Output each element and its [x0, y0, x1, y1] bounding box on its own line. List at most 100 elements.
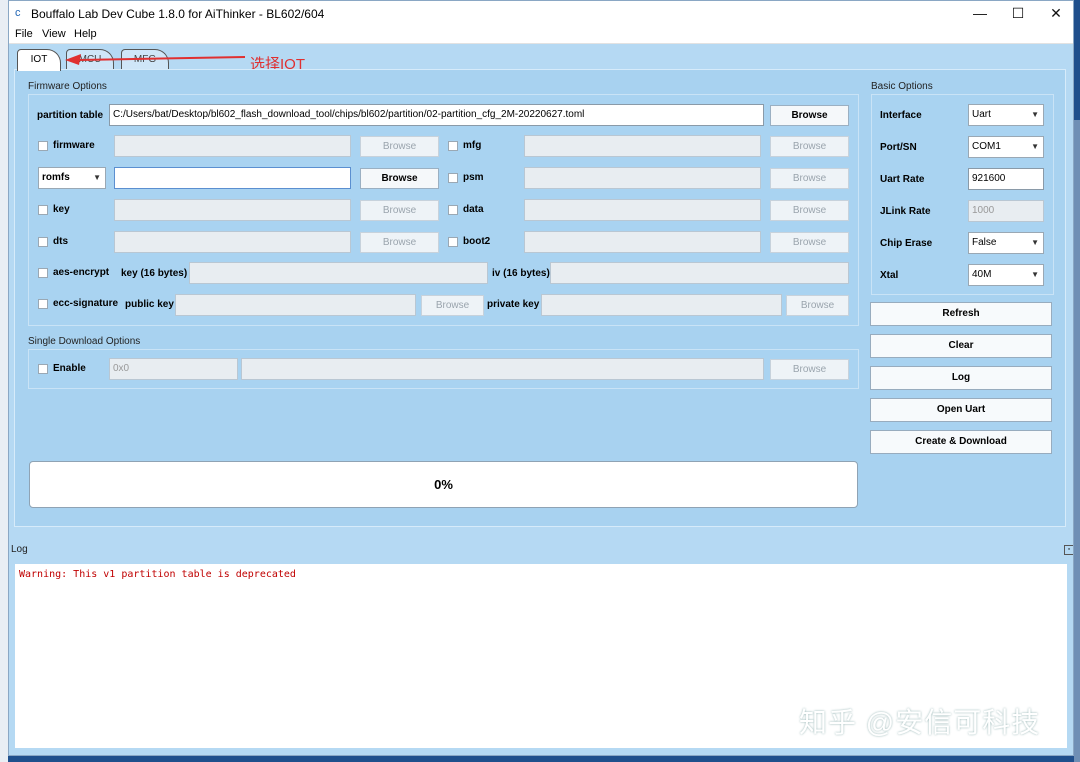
iv-16-bytes-label: iv (16 bytes): [492, 268, 550, 279]
uart-rate-input[interactable]: 921600: [968, 168, 1044, 190]
firmware-browse-button[interactable]: Browse: [360, 136, 439, 157]
xtal-value: 40M: [972, 269, 992, 280]
boot2-browse-button[interactable]: Browse: [770, 232, 849, 253]
aes-key-input[interactable]: [189, 262, 488, 284]
dts-browse-button[interactable]: Browse: [360, 232, 439, 253]
single-browse-button[interactable]: Browse: [770, 359, 849, 380]
psm-label: psm: [463, 172, 484, 183]
key-browse-button[interactable]: Browse: [360, 200, 439, 221]
romfs-select-value: romfs: [42, 172, 70, 183]
interface-select[interactable]: Uart ▼: [968, 104, 1044, 126]
mfg-browse-button[interactable]: Browse: [770, 136, 849, 157]
single-enable-label: Enable: [53, 363, 86, 374]
dts-input[interactable]: [114, 231, 351, 253]
firmware-input[interactable]: [114, 135, 351, 157]
chip-erase-label: Chip Erase: [880, 238, 933, 249]
desktop-strip: [0, 0, 8, 762]
data-label: data: [463, 204, 484, 215]
single-file-input[interactable]: [241, 358, 764, 380]
key-16-bytes-label: key (16 bytes): [121, 268, 188, 279]
app-logo-icon: ᴄ: [15, 7, 21, 19]
psm-browse-button[interactable]: Browse: [770, 168, 849, 189]
open-uart-button[interactable]: Open Uart: [870, 398, 1052, 422]
romfs-select[interactable]: romfs ▼: [38, 167, 106, 189]
close-icon[interactable]: ✕: [1033, 1, 1073, 25]
data-browse-button[interactable]: Browse: [770, 200, 849, 221]
aes-encrypt-label: aes-encrypt: [53, 267, 110, 278]
aes-iv-input[interactable]: [550, 262, 849, 284]
app-window: ᴄ Bouffalo Lab Dev Cube 1.8.0 for AiThin…: [8, 0, 1074, 756]
tab-iot[interactable]: IOT: [17, 49, 61, 71]
boot2-input[interactable]: [524, 231, 761, 253]
psm-checkbox[interactable]: [448, 173, 458, 183]
port-select[interactable]: COM1 ▼: [968, 136, 1044, 158]
data-input[interactable]: [524, 199, 761, 221]
single-enable-checkbox[interactable]: [38, 364, 48, 374]
key-checkbox[interactable]: [38, 205, 48, 215]
data-checkbox[interactable]: [448, 205, 458, 215]
key-input[interactable]: [114, 199, 351, 221]
chip-erase-value: False: [972, 237, 997, 248]
main-panel: Firmware Options partition table C:/User…: [14, 69, 1066, 527]
ecc-signature-label: ecc-signature: [53, 298, 119, 309]
ecc-signature-checkbox[interactable]: [38, 299, 48, 309]
private-key-label: private key: [487, 299, 540, 310]
psm-input[interactable]: [524, 167, 761, 189]
xtal-select[interactable]: 40M ▼: [968, 264, 1044, 286]
jlink-rate-label: JLink Rate: [880, 206, 931, 217]
download-progress-bar: 0%: [29, 461, 858, 508]
mfg-checkbox[interactable]: [448, 141, 458, 151]
romfs-browse-button[interactable]: Browse: [360, 168, 439, 189]
private-key-browse-button[interactable]: Browse: [786, 295, 849, 316]
boot2-label: boot2: [463, 236, 491, 247]
partition-browse-button[interactable]: Browse: [770, 105, 849, 126]
watermark: 知乎 @安信可科技: [799, 707, 1041, 738]
log-button[interactable]: Log: [870, 366, 1052, 390]
port-sn-label: Port/SN: [880, 142, 917, 153]
uart-rate-label: Uart Rate: [880, 174, 925, 185]
public-key-label: public key: [125, 299, 174, 310]
menu-help[interactable]: Help: [74, 28, 97, 40]
firmware-options-title: Firmware Options: [28, 81, 107, 92]
window-title: Bouffalo Lab Dev Cube 1.8.0 for AiThinke…: [31, 7, 325, 21]
title-bar: ᴄ Bouffalo Lab Dev Cube 1.8.0 for AiThin…: [9, 1, 1073, 25]
chevron-down-icon: ▼: [93, 173, 101, 182]
chip-erase-select[interactable]: False ▼: [968, 232, 1044, 254]
jlink-rate-input[interactable]: 1000: [968, 200, 1044, 222]
key-label: key: [53, 204, 70, 215]
port-value: COM1: [972, 141, 1001, 152]
clear-button[interactable]: Clear: [870, 334, 1052, 358]
partition-table-input[interactable]: C:/Users/bat/Desktop/bl602_flash_downloa…: [109, 104, 764, 126]
chevron-down-icon: ▼: [1031, 110, 1039, 119]
log-title: Log: [11, 544, 28, 555]
single-download-title: Single Download Options: [28, 336, 141, 347]
interface-label: Interface: [880, 110, 922, 121]
mfg-input[interactable]: [524, 135, 761, 157]
xtal-label: Xtal: [880, 270, 899, 281]
interface-value: Uart: [972, 109, 991, 120]
firmware-label: firmware: [53, 140, 95, 151]
progress-text: 0%: [434, 477, 453, 492]
public-key-input[interactable]: [175, 294, 416, 316]
create-download-button[interactable]: Create & Download: [870, 430, 1052, 454]
mfg-label: mfg: [463, 140, 482, 151]
menu-view[interactable]: View: [42, 28, 66, 40]
chevron-down-icon: ▼: [1031, 270, 1039, 279]
basic-options-title: Basic Options: [871, 81, 933, 92]
dts-label: dts: [53, 236, 68, 247]
undock-icon[interactable]: ▫: [1064, 545, 1073, 555]
single-address-input[interactable]: 0x0: [109, 358, 238, 380]
chevron-down-icon: ▼: [1031, 142, 1039, 151]
aes-encrypt-checkbox[interactable]: [38, 268, 48, 278]
partition-table-label: partition table: [37, 110, 104, 121]
annotation-arrow-icon: [65, 54, 245, 65]
public-key-browse-button[interactable]: Browse: [421, 295, 484, 316]
romfs-input[interactable]: [114, 167, 351, 189]
chevron-down-icon: ▼: [1031, 238, 1039, 247]
dts-checkbox[interactable]: [38, 237, 48, 247]
refresh-button[interactable]: Refresh: [870, 302, 1052, 326]
private-key-input[interactable]: [541, 294, 782, 316]
menu-file[interactable]: File: [15, 28, 33, 40]
boot2-checkbox[interactable]: [448, 237, 458, 247]
firmware-checkbox[interactable]: [38, 141, 48, 151]
